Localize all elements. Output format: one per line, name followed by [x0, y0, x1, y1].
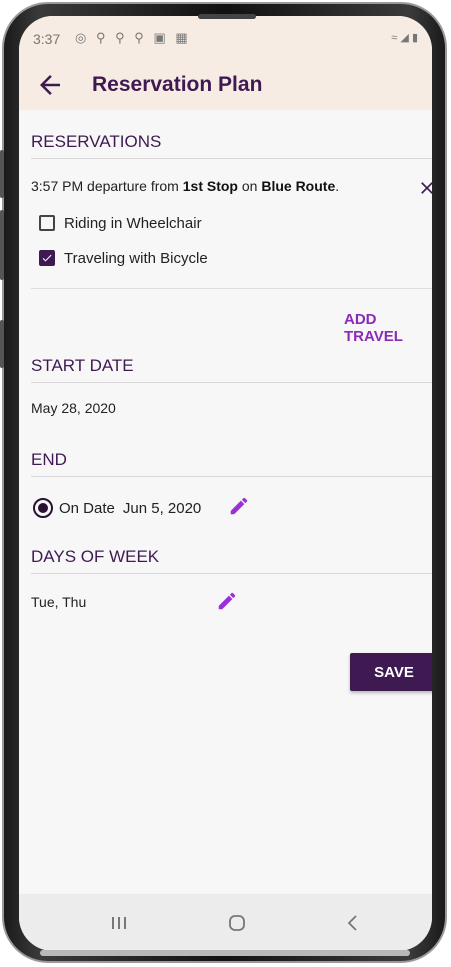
end-on-date-label: On Date	[59, 499, 115, 517]
reservation-suffix: .	[335, 178, 340, 194]
bicycle-label: Traveling with Bicycle	[64, 249, 208, 267]
home-icon[interactable]	[225, 911, 249, 935]
remove-reservation-close-icon[interactable]	[417, 178, 432, 198]
app-bar: Reservation Plan	[19, 64, 432, 110]
battery-icon: ▮	[411, 32, 418, 44]
pin-icon: ⚲	[115, 30, 128, 45]
add-travel-button[interactable]: ADD TRAVEL	[344, 311, 432, 345]
end-header: END	[31, 450, 432, 477]
pin-icon: ⚲	[134, 30, 147, 45]
reservations-header: RESERVATIONS	[31, 132, 432, 159]
edit-days-of-week-pencil-icon[interactable]	[216, 590, 238, 612]
bicycle-option[interactable]: Traveling with Bicycle	[39, 247, 208, 269]
reservation-route: Blue Route	[261, 178, 336, 194]
status-bar: 3:37 ◎ ⚲ ⚲ ⚲ ▣ ▦ ≈ ◢ ▮	[19, 16, 432, 64]
phone-screen: 3:37 ◎ ⚲ ⚲ ⚲ ▣ ▦ ≈ ◢ ▮ Reservation Plan …	[19, 16, 432, 951]
wifi-icon: ≈	[391, 32, 398, 44]
wheelchair-option[interactable]: Riding in Wheelchair	[39, 212, 202, 234]
status-time: 3:37	[33, 31, 61, 47]
bottom-bezel	[40, 950, 410, 956]
arrow-left-icon[interactable]	[35, 70, 65, 100]
volume-button	[0, 150, 4, 198]
save-button[interactable]: SAVE	[350, 653, 432, 691]
bicycle-checkbox[interactable]	[39, 250, 55, 266]
start-date-value: May 28, 2020	[31, 400, 116, 416]
wheelchair-checkbox[interactable]	[39, 215, 55, 231]
notification-icon: ▦	[175, 30, 191, 45]
wheelchair-label: Riding in Wheelchair	[64, 214, 202, 232]
pin-icon: ⚲	[95, 30, 109, 45]
recent-apps-icon[interactable]	[107, 911, 131, 935]
end-on-date-radio[interactable]	[33, 498, 53, 518]
bixby-button	[0, 320, 4, 368]
reservation-prefix: 3:57 PM departure from	[31, 178, 183, 194]
status-system-icons: ≈ ◢ ▮	[391, 31, 418, 44]
signal-icon: ◢	[400, 32, 409, 44]
location-icon: ◎	[75, 30, 90, 45]
earpiece-speaker	[198, 14, 256, 19]
edit-end-date-pencil-icon[interactable]	[228, 495, 250, 517]
back-icon[interactable]	[341, 911, 365, 935]
days-of-week-header: DAYS OF WEEK	[31, 547, 432, 574]
end-on-date-option[interactable]: On Date Jun 5, 2020	[33, 496, 201, 520]
reservation-description: 3:57 PM departure from 1st Stop on Blue …	[31, 178, 339, 194]
status-notification-icons: ◎ ⚲ ⚲ ⚲ ▣ ▦	[75, 30, 191, 46]
end-date-value: Jun 5, 2020	[122, 499, 202, 517]
image-icon: ▣	[153, 30, 169, 45]
divider	[31, 288, 432, 289]
reservation-stop: 1st Stop	[182, 178, 238, 194]
page-title: Reservation Plan	[92, 73, 263, 96]
days-of-week-value: Tue, Thu	[31, 594, 87, 610]
reservation-middle: on	[237, 178, 262, 194]
power-button	[0, 210, 4, 280]
system-navigation-bar	[19, 894, 432, 951]
start-date-header: START DATE	[31, 356, 432, 383]
